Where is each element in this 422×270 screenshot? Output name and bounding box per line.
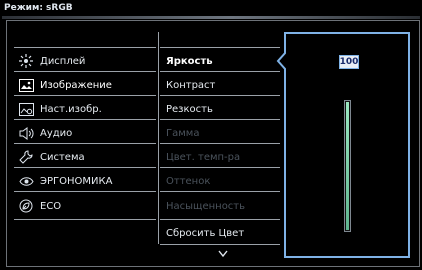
divider xyxy=(160,167,280,168)
menu-item-label: Дисплей xyxy=(40,55,86,67)
submenu-item-saturation: Насыщенность xyxy=(166,196,282,216)
submenu-item-reset-color[interactable]: Сбросить Цвет xyxy=(166,223,282,243)
title-bar xyxy=(2,16,420,19)
divider xyxy=(160,95,280,96)
menu-item-label: Аудио xyxy=(40,127,73,139)
divider xyxy=(160,219,280,220)
submenu-item-brightness[interactable]: Яркость xyxy=(166,51,282,71)
menu-item-audio[interactable]: Аудио xyxy=(18,123,154,143)
image-icon xyxy=(18,78,34,92)
divider xyxy=(160,191,280,192)
submenu-item-hue: Оттенок xyxy=(166,171,282,191)
menu-item-label: Изображение xyxy=(40,79,112,91)
menu-item-label: Система xyxy=(40,151,85,163)
divider xyxy=(14,71,156,72)
divider xyxy=(14,95,156,96)
divider xyxy=(14,219,156,220)
scroll-down-icon[interactable] xyxy=(218,250,228,258)
menu-item-label: ECO xyxy=(40,200,62,212)
divider xyxy=(14,119,156,120)
divider xyxy=(160,119,280,120)
divider xyxy=(160,47,280,48)
menu-item-ergonomics[interactable]: ЭРГОНОМИКА xyxy=(18,171,154,191)
divider xyxy=(14,191,156,192)
speaker-icon xyxy=(18,126,34,140)
submenu-item-label: Сбросить Цвет xyxy=(166,227,245,239)
brightness-slider-fill xyxy=(346,102,349,230)
menu-item-label: ЭРГОНОМИКА xyxy=(40,175,113,187)
divider xyxy=(14,143,156,144)
submenu-item-label: Оттенок xyxy=(166,175,211,187)
wrench-icon xyxy=(18,150,34,164)
divider xyxy=(160,143,280,144)
menu-item-image[interactable]: Изображение xyxy=(18,75,154,95)
menu-item-label: Наст.изобр. xyxy=(40,103,102,115)
submenu-item-label: Гамма xyxy=(166,127,200,139)
submenu-item-sharpness[interactable]: Резкость xyxy=(166,99,282,119)
column-divider xyxy=(158,32,159,244)
menu-item-eco[interactable]: ECO xyxy=(18,196,154,216)
submenu-item-label: Контраст xyxy=(166,79,216,91)
submenu-item-label: Насыщенность xyxy=(166,200,246,212)
display-icon xyxy=(18,54,34,68)
image-settings-icon xyxy=(18,102,34,116)
eye-icon xyxy=(18,174,34,188)
submenu-item-label: Резкость xyxy=(166,103,213,115)
brightness-value: 100 xyxy=(339,55,359,69)
submenu-item-label: Цвет. темп-ра xyxy=(166,151,241,163)
divider xyxy=(160,244,280,245)
submenu-item-gamma: Гамма xyxy=(166,123,282,143)
mode-title: Режим: sRGB xyxy=(4,3,73,13)
menu-item-display[interactable]: Дисплей xyxy=(18,51,154,71)
leaf-icon xyxy=(18,199,34,213)
divider xyxy=(14,167,156,168)
submenu-item-label: Яркость xyxy=(166,55,213,67)
pointer-caret-icon xyxy=(276,52,286,70)
divider xyxy=(14,47,156,48)
menu-item-system[interactable]: Система xyxy=(18,147,154,167)
submenu-item-color-temp: Цвет. темп-ра xyxy=(166,147,282,167)
divider xyxy=(160,71,280,72)
brightness-slider[interactable] xyxy=(344,100,351,232)
menu-item-image-settings[interactable]: Наст.изобр. xyxy=(18,99,154,119)
submenu-item-contrast[interactable]: Контраст xyxy=(166,75,282,95)
